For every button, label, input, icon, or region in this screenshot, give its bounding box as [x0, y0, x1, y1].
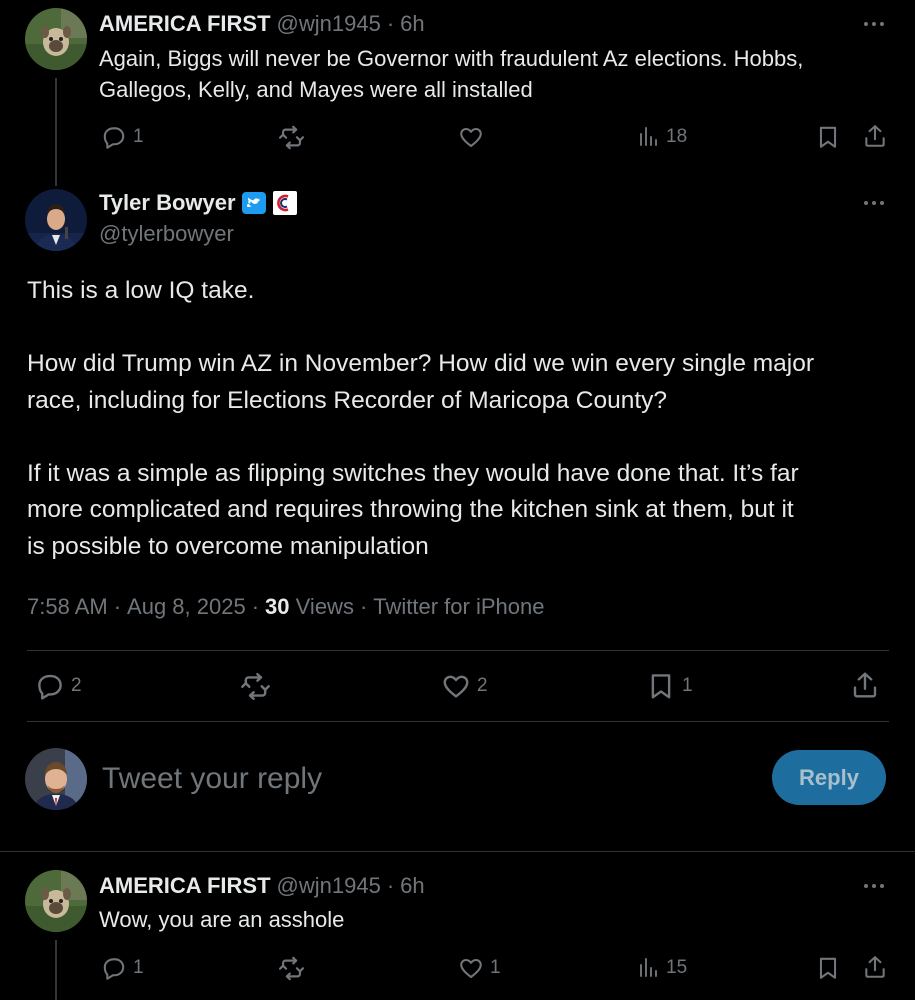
divider	[27, 650, 889, 651]
reply2-header: AMERICA FIRST @wjn1945 · 6h	[99, 873, 425, 899]
tweet-source[interactable]: Twitter for iPhone	[373, 594, 544, 620]
views-stat: 30 Views	[265, 594, 354, 620]
tweet-text-line: Again, Biggs will never be Governor with…	[99, 46, 804, 71]
avatar-america-first[interactable]	[25, 870, 87, 932]
tweet-paragraph: This is a low IQ take.	[27, 277, 255, 304]
heart-icon	[458, 955, 484, 981]
current-user-avatar[interactable]	[25, 748, 87, 810]
heart-icon	[458, 124, 484, 150]
retweet-button[interactable]	[278, 955, 305, 982]
like-button[interactable]: 2	[441, 671, 488, 701]
views-label: Views	[295, 594, 354, 619]
thread-line	[55, 940, 57, 1000]
main-tweet-header: Tyler Bowyer	[99, 190, 298, 216]
bookmark-icon	[815, 955, 841, 981]
share-icon	[850, 670, 880, 700]
verified-icon	[241, 190, 267, 216]
views-count: 15	[666, 957, 688, 978]
views-button[interactable]: 15	[636, 956, 687, 980]
more-options-icon[interactable]	[864, 881, 888, 891]
retweet-icon	[278, 124, 305, 151]
author-handle[interactable]: @wjn1945	[277, 873, 381, 899]
reply-submit-button[interactable]: Reply	[772, 750, 886, 805]
tweet-date[interactable]: Aug 8, 2025	[127, 594, 246, 620]
separator-dot: ·	[251, 594, 260, 619]
reply-input[interactable]: Tweet your reply	[102, 757, 742, 801]
bookmark-button[interactable]: 1	[646, 671, 693, 701]
author-handle[interactable]: @wjn1945	[277, 11, 381, 37]
section-divider	[0, 851, 915, 852]
avatar-america-first[interactable]	[25, 8, 87, 70]
views-button[interactable]: 18	[636, 125, 687, 149]
tweet-text-line: Gallegos, Kelly, and Mayes were all inst…	[99, 77, 533, 102]
like-button[interactable]	[458, 124, 484, 150]
bookmark-icon	[815, 124, 841, 150]
views-icon	[636, 125, 660, 149]
share-button[interactable]	[862, 954, 888, 980]
timestamp[interactable]: 6h	[400, 11, 424, 37]
reply1-text: Again, Biggs will never be Governor with…	[99, 43, 899, 105]
author-handle[interactable]: @tylerbowyer	[99, 221, 234, 247]
reply-button[interactable]: 2	[35, 671, 82, 701]
reply-button[interactable]: 1	[101, 124, 144, 150]
tweet-meta: 7:58 AM · Aug 8, 2025 · 30 Views · Twitt…	[27, 594, 544, 620]
share-icon	[862, 954, 888, 980]
affiliate-badge-icon[interactable]	[272, 190, 298, 216]
author-name[interactable]: AMERICA FIRST	[99, 873, 271, 899]
share-button[interactable]	[862, 123, 888, 149]
reply-icon	[35, 671, 65, 701]
tweet-text-line: If it was a simple as flipping switches …	[27, 459, 799, 487]
reply-placeholder: Tweet your reply	[102, 762, 323, 795]
reply1-header: AMERICA FIRST @wjn1945 · 6h	[99, 11, 425, 37]
author-name[interactable]: AMERICA FIRST	[99, 11, 271, 37]
tweet-text-line: is possible to overcome manipulation	[27, 532, 429, 560]
tweet-text-line: race, including for Elections Recorder o…	[27, 386, 668, 414]
timestamp[interactable]: 6h	[400, 873, 424, 899]
reply-count: 1	[133, 126, 144, 147]
avatar-tyler-bowyer[interactable]	[25, 189, 87, 251]
main-tweet-text: This is a low IQ take. How did Trump win…	[27, 273, 897, 565]
separator-dot: ·	[386, 11, 395, 36]
tweet-time[interactable]: 7:58 AM	[27, 594, 108, 620]
more-options-icon[interactable]	[864, 19, 888, 29]
retweet-button[interactable]	[240, 671, 271, 702]
like-button[interactable]: 1	[458, 955, 501, 981]
separator-dot: ·	[113, 594, 122, 619]
bookmark-icon	[646, 671, 676, 701]
reply-count: 1	[133, 957, 144, 978]
reply2-text: Wow, you are an asshole	[99, 907, 345, 932]
author-name[interactable]: Tyler Bowyer	[99, 190, 236, 216]
views-count: 30	[265, 594, 290, 619]
bookmark-button[interactable]	[815, 955, 841, 981]
reply-count: 2	[71, 675, 82, 696]
retweet-button[interactable]	[278, 124, 305, 151]
bookmark-button[interactable]	[815, 124, 841, 150]
thread-line	[55, 78, 57, 186]
tweet-text-line: more complicated and requires throwing t…	[27, 496, 794, 523]
divider	[27, 721, 889, 722]
views-count: 18	[666, 126, 688, 147]
bookmark-count: 1	[682, 675, 693, 696]
separator-dot: ·	[359, 594, 368, 619]
reply-button[interactable]: 1	[101, 955, 144, 981]
tweet-text-line: How did Trump win AZ in November? How di…	[27, 350, 815, 377]
like-count: 1	[490, 957, 501, 978]
share-button[interactable]	[850, 670, 880, 700]
separator-dot: ·	[386, 873, 395, 898]
heart-icon	[441, 671, 471, 701]
like-count: 2	[477, 675, 488, 696]
more-options-icon[interactable]	[864, 198, 888, 208]
retweet-icon	[278, 955, 305, 982]
views-icon	[636, 956, 660, 980]
reply-icon	[101, 124, 127, 150]
reply-icon	[101, 955, 127, 981]
share-icon	[862, 123, 888, 149]
retweet-icon	[240, 671, 271, 702]
